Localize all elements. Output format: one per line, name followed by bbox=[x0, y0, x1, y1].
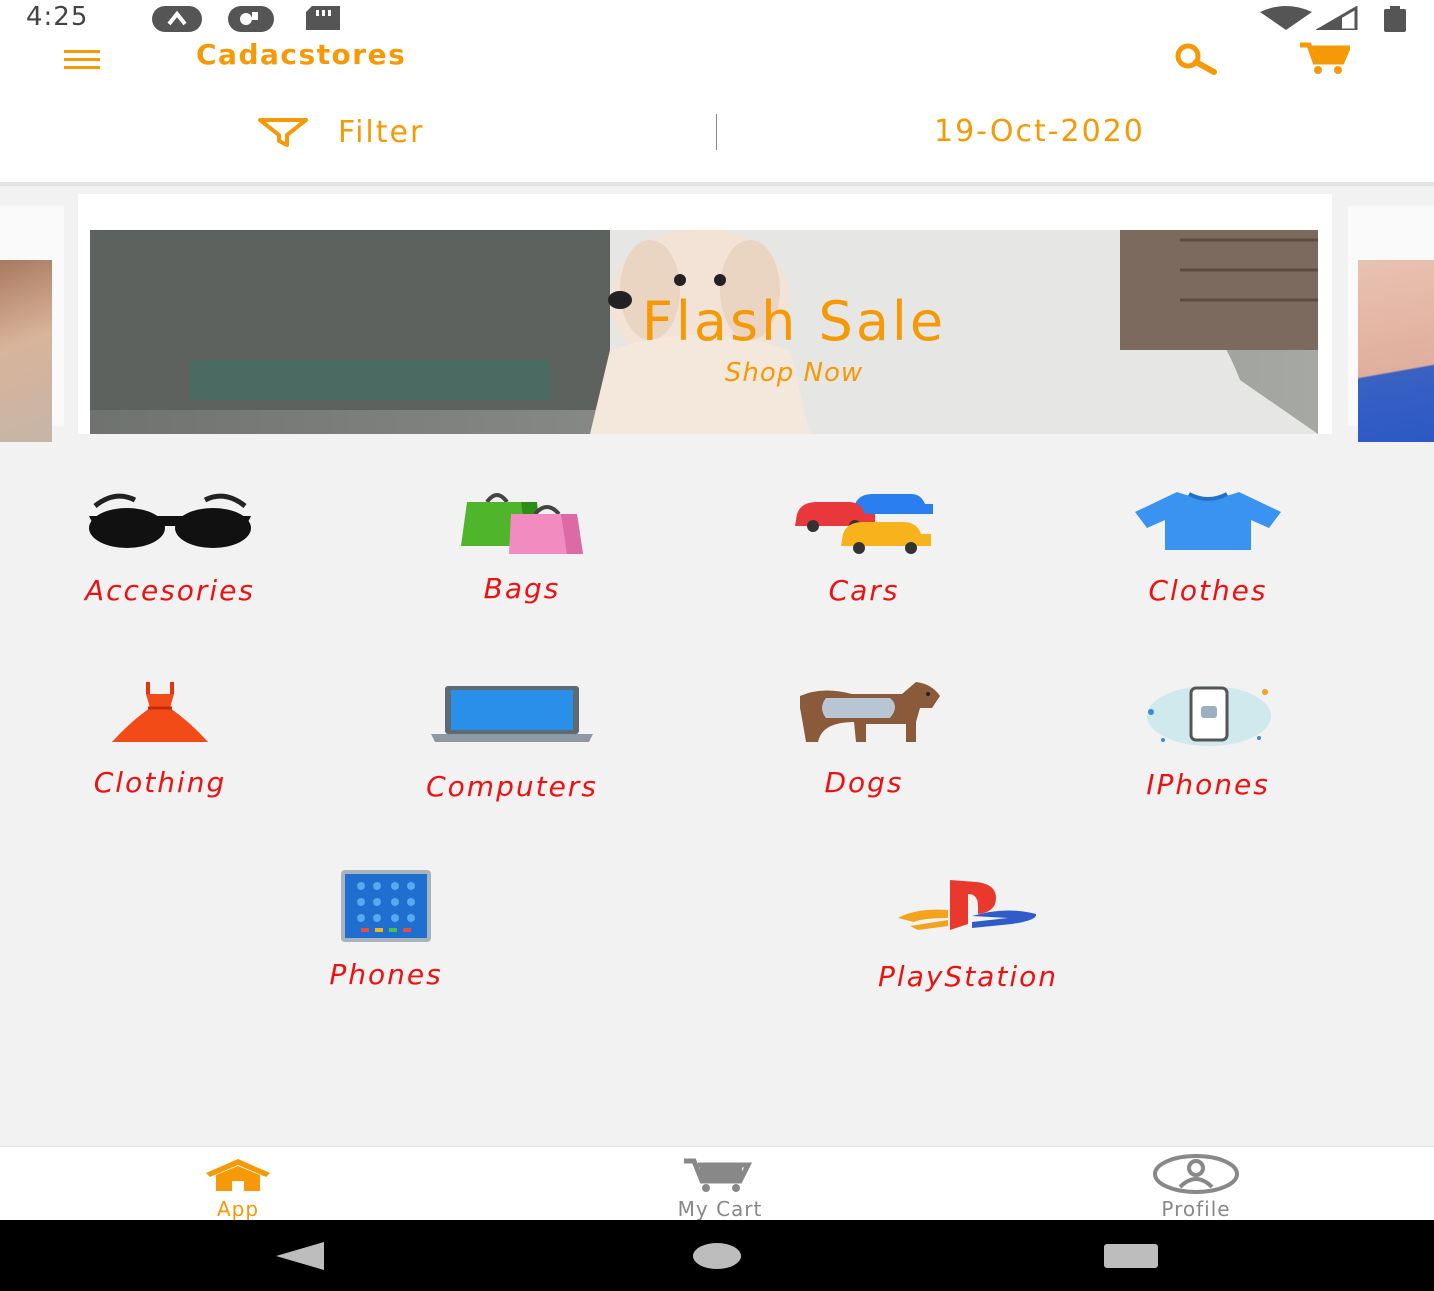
category-playstation[interactable]: PlayStation bbox=[818, 880, 1118, 993]
nav-item-profile[interactable]: Profile bbox=[1096, 1147, 1296, 1221]
flash-sale-banner[interactable]: Flash Sale Shop Now bbox=[90, 230, 1318, 434]
nav-item-app[interactable]: App bbox=[138, 1147, 338, 1221]
battery-icon bbox=[1384, 6, 1406, 32]
iphone-icon bbox=[1147, 686, 1271, 746]
nav-label-app: App bbox=[216, 1197, 260, 1221]
app-notification-icon bbox=[228, 6, 274, 32]
hamburger-menu-icon[interactable] bbox=[64, 50, 100, 70]
category-phones[interactable]: Phones bbox=[236, 868, 536, 991]
category-label: Dogs bbox=[824, 766, 904, 799]
dog-icon bbox=[800, 682, 940, 742]
category-label: Cars bbox=[828, 574, 900, 607]
app-bar: Cadacstores Filter 19-Oct-2020 bbox=[0, 36, 1434, 186]
bottom-navigation: App My Cart Profile bbox=[0, 1146, 1434, 1221]
cars-icon bbox=[795, 494, 933, 554]
shop-now-link[interactable]: Shop Now bbox=[90, 358, 1318, 388]
status-bar: 4:25 bbox=[0, 0, 1434, 36]
category-label: Phones bbox=[329, 958, 443, 991]
sunglasses-icon bbox=[89, 493, 251, 548]
category-dogs[interactable]: Dogs bbox=[714, 682, 1014, 799]
cart-icon bbox=[684, 1158, 752, 1192]
home-circle-icon[interactable] bbox=[692, 1242, 742, 1270]
playstation-logo-icon bbox=[898, 880, 1037, 930]
carousel-slide-next[interactable] bbox=[1348, 206, 1434, 442]
slide-next-image bbox=[1358, 260, 1434, 442]
recents-icon[interactable] bbox=[1104, 1244, 1158, 1268]
toolbar-divider bbox=[716, 114, 717, 150]
category-clothing[interactable]: Clothing bbox=[10, 680, 310, 799]
nav-item-my-cart[interactable]: My Cart bbox=[620, 1147, 820, 1221]
home-icon bbox=[206, 1159, 270, 1191]
category-label: PlayStation bbox=[878, 960, 1058, 993]
category-label: IPhones bbox=[1146, 768, 1270, 801]
category-accesories[interactable]: Accesories bbox=[20, 490, 320, 607]
profile-icon bbox=[1153, 1154, 1239, 1194]
cell-signal-icon bbox=[1316, 6, 1358, 30]
banner-carousel[interactable]: Flash Sale Shop Now bbox=[0, 186, 1434, 442]
category-label: Clothes bbox=[1148, 574, 1268, 607]
category-clothes[interactable]: Clothes bbox=[1058, 490, 1358, 607]
filter-button[interactable]: Filter bbox=[258, 112, 424, 152]
carousel-slide-current[interactable]: Flash Sale Shop Now bbox=[78, 194, 1332, 434]
nav-label-profile: Profile bbox=[1161, 1197, 1231, 1221]
dress-icon bbox=[112, 682, 208, 742]
back-icon[interactable] bbox=[276, 1242, 324, 1270]
banner-title: Flash Sale bbox=[641, 290, 947, 353]
tablet-phone-icon bbox=[341, 870, 431, 942]
category-iphones[interactable]: IPhones bbox=[1058, 682, 1358, 801]
wifi-icon bbox=[1260, 6, 1312, 30]
category-label: Bags bbox=[483, 572, 561, 605]
app-screen: 4:25 Cadacstores Filter 19-Oct-2020 Flas… bbox=[0, 0, 1434, 1291]
category-label: Computers bbox=[426, 770, 598, 803]
filter-funnel-icon bbox=[258, 118, 308, 147]
tshirt-icon bbox=[1135, 492, 1281, 550]
launcher-notification-icon bbox=[152, 6, 202, 32]
filter-label: Filter bbox=[338, 114, 425, 150]
category-computers[interactable]: Computers bbox=[362, 686, 662, 803]
slide-previous-image bbox=[0, 260, 52, 442]
category-bags[interactable]: Bags bbox=[372, 488, 672, 605]
shopping-bags-icon bbox=[461, 493, 583, 554]
app-title: Cadacstores bbox=[196, 38, 407, 71]
cart-icon[interactable] bbox=[1300, 42, 1350, 74]
system-navigation-bar bbox=[0, 1220, 1434, 1291]
nav-label-my-cart: My Cart bbox=[677, 1197, 763, 1221]
category-cars[interactable]: Cars bbox=[714, 490, 1014, 607]
search-icon[interactable] bbox=[1172, 42, 1218, 76]
date-selector[interactable]: 19-Oct-2020 bbox=[934, 114, 1145, 149]
category-label: Accesories bbox=[85, 574, 255, 607]
carousel-slide-previous[interactable] bbox=[0, 206, 64, 442]
category-label: Clothing bbox=[93, 766, 227, 799]
laptop-icon bbox=[431, 686, 593, 742]
sd-card-icon bbox=[306, 6, 340, 30]
status-time: 4:25 bbox=[26, 2, 89, 32]
